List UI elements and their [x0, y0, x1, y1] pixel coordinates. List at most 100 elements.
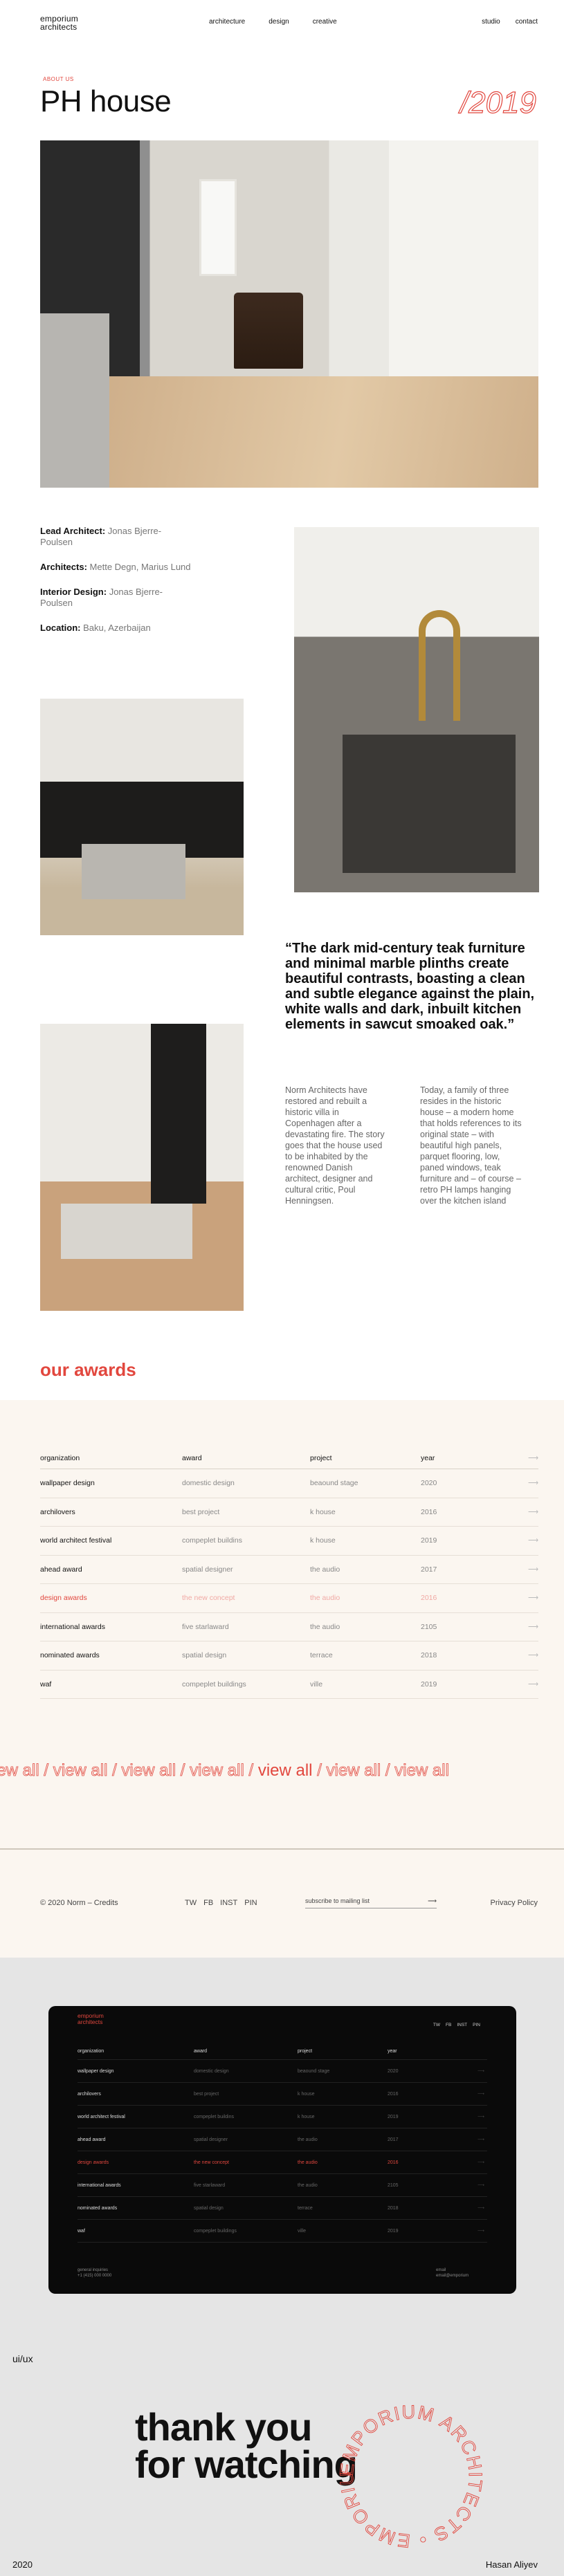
- arrow-right-icon[interactable]: ⟶: [518, 1508, 538, 1516]
- credit-lead-architect: Lead Architect: Jonas Bjerre-Poulsen: [40, 526, 162, 547]
- logo[interactable]: emporium architects: [40, 15, 116, 31]
- award-project: terrace: [310, 1651, 333, 1660]
- view-all-link[interactable]: iew all /: [0, 1761, 48, 1781]
- mockup-award-organization: international awards: [78, 2182, 121, 2188]
- nav-studio[interactable]: studio: [482, 18, 500, 26]
- award-name: spatial design: [182, 1651, 227, 1660]
- body-text-column-2: Today, a family of three resides in the …: [420, 1085, 522, 1206]
- mockup-award-row[interactable]: world architect festival compeplet buildi…: [78, 2106, 487, 2128]
- mockup-header-award: award: [194, 2049, 208, 2054]
- view-all-link[interactable]: / view all /: [317, 1761, 390, 1781]
- mockup-general-phone[interactable]: +1 (415) 000 0000: [78, 2273, 111, 2279]
- mockup-social-pin[interactable]: PIN: [473, 2023, 480, 2027]
- award-organization: design awards: [40, 1594, 87, 1603]
- award-row[interactable]: international awards five starlaward the a…: [40, 1613, 538, 1641]
- social-tw[interactable]: TW: [185, 1899, 197, 1907]
- award-organization: ahead award: [40, 1565, 82, 1574]
- arrow-right-icon[interactable]: ⟶: [518, 1536, 538, 1545]
- view-all-link[interactable]: view all: [258, 1761, 313, 1780]
- mockup-header-organization: organization: [78, 2049, 104, 2054]
- privacy-policy-link[interactable]: Privacy Policy: [491, 1899, 538, 1907]
- social-fb[interactable]: FB: [203, 1899, 213, 1907]
- view-all-marquee[interactable]: iew all / view all / view all / view all…: [0, 1761, 564, 1781]
- award-row[interactable]: wallpaper design domestic design beaound s…: [40, 1469, 538, 1498]
- award-row[interactable]: waf compeplet buildings ville 2019 ⟶: [40, 1671, 538, 1699]
- award-organization: archilovers: [40, 1507, 75, 1516]
- mockup-award-row[interactable]: international awards five starlaward the a…: [78, 2174, 487, 2197]
- view-all-link[interactable]: view all /: [53, 1761, 117, 1781]
- body-text-column-1: Norm Architects have restored and rebuil…: [285, 1085, 385, 1206]
- subscribe-input[interactable]: subscribe to mailing list ⟶: [305, 1897, 437, 1908]
- mockup-award-row[interactable]: ahead award spatial designer the audio 2017…: [78, 2128, 487, 2151]
- mockup-award-year: 2016: [388, 2091, 399, 2097]
- mockup-social-inst[interactable]: INST: [457, 2023, 467, 2027]
- view-all-link[interactable]: view all: [394, 1761, 450, 1781]
- mockup-social-fb[interactable]: FB: [446, 2023, 451, 2027]
- mockup-award-organization: world architect festival: [78, 2114, 125, 2119]
- header-organization: organization: [40, 1453, 80, 1462]
- mockup-award-row[interactable]: nominated awards spatial design terrace 201…: [78, 2197, 487, 2220]
- mockup-email-value[interactable]: email@emporium: [436, 2273, 469, 2279]
- sink-photo: [294, 527, 539, 892]
- credit-interior-design: Interior Design: Jonas Bjerre-Poulsen: [40, 587, 163, 608]
- thanks-line-1: thank you: [135, 2405, 312, 2449]
- arrow-right-icon[interactable]: ⟶: [464, 2160, 484, 2165]
- stamp-text: EMPORIUM ARCHITECTS • EMPORIUM ARCHITECT…: [335, 2400, 485, 2552]
- mockup-award-project: ville: [298, 2228, 307, 2234]
- arrow-right-icon[interactable]: ⟶: [464, 2137, 484, 2142]
- award-project: ville: [310, 1680, 323, 1689]
- arrow-right-icon[interactable]: ⟶: [464, 2068, 484, 2074]
- mockup-award-year: 2019: [388, 2228, 399, 2234]
- mockup-award-row[interactable]: wallpaper design domestic design beaound s…: [78, 2060, 487, 2083]
- award-row[interactable]: nominated awards spatial design terrace 201…: [40, 1641, 538, 1671]
- arrow-right-icon[interactable]: ⟶: [518, 1565, 538, 1574]
- mockup-award-year: 2018: [388, 2205, 399, 2211]
- award-name: best project: [182, 1507, 220, 1516]
- mockup-social-tw[interactable]: TW: [433, 2023, 440, 2027]
- arrow-right-icon[interactable]: ⟶: [518, 1680, 538, 1689]
- nav-contact[interactable]: contact: [516, 18, 538, 26]
- mockup-award-project: beaound stage: [298, 2068, 330, 2074]
- mockup-social: TW FB INST PIN: [433, 2023, 480, 2027]
- mockup-award-row[interactable]: design awards the new concept the audio 201…: [78, 2151, 487, 2174]
- arrow-right-icon[interactable]: ⟶: [464, 2091, 484, 2097]
- mockup-award-name: compeplet buildins: [194, 2114, 234, 2119]
- mockup-general-inquiries: general inquiries +1 (415) 000 0000: [78, 2267, 111, 2279]
- footer-year: 2020: [12, 2559, 33, 2570]
- arrow-right-icon[interactable]: ⟶: [464, 2228, 484, 2234]
- arrow-right-icon[interactable]: ⟶: [518, 1594, 538, 1602]
- arrow-right-icon[interactable]: ⟶: [428, 1897, 437, 1905]
- arrow-right-icon[interactable]: ⟶: [518, 1623, 538, 1631]
- award-project: the audio: [310, 1622, 340, 1631]
- mockup-award-row[interactable]: waf compeplet buildings ville 2019 ⟶: [78, 2220, 487, 2243]
- credit-architects: Architects: Mette Degn, Marius Lund: [40, 562, 191, 572]
- view-all-link[interactable]: view all /: [121, 1761, 185, 1781]
- award-name: compeplet buildins: [182, 1536, 242, 1545]
- mockup-award-name: spatial designer: [194, 2137, 228, 2142]
- award-organization: waf: [40, 1680, 52, 1689]
- arrow-right-icon[interactable]: ⟶: [518, 1479, 538, 1487]
- award-row[interactable]: archilovers best project k house 2016 ⟶: [40, 1498, 538, 1527]
- mockup-award-row[interactable]: archilovers best project k house 2016 ⟶: [78, 2083, 487, 2106]
- nav-design[interactable]: design: [269, 18, 289, 26]
- social-pin[interactable]: PIN: [244, 1899, 257, 1907]
- mockup-logo-line-2: architects: [78, 2018, 103, 2025]
- award-row[interactable]: world architect festival compeplet buildi…: [40, 1527, 538, 1556]
- page-title: PH house: [40, 84, 172, 118]
- project-credits: Lead Architect: Jonas Bjerre-Poulsen Arc…: [40, 526, 192, 647]
- award-year: 2017: [421, 1565, 437, 1574]
- nav-architecture[interactable]: architecture: [209, 18, 245, 26]
- award-row[interactable]: ahead award spatial designer the audio 2017…: [40, 1556, 538, 1584]
- view-all-link[interactable]: view all /: [190, 1761, 254, 1781]
- arrow-right-icon[interactable]: ⟶: [464, 2114, 484, 2119]
- copyright: © 2020 Norm – Credits: [40, 1899, 118, 1907]
- mockup-award-project: k house: [298, 2114, 315, 2119]
- nav-creative[interactable]: creative: [313, 18, 337, 26]
- award-row[interactable]: design awards the new concept the audio 201…: [40, 1584, 538, 1613]
- arrow-right-icon[interactable]: ⟶: [464, 2205, 484, 2211]
- award-project: k house: [310, 1507, 336, 1516]
- arrow-right-icon[interactable]: ⟶: [518, 1651, 538, 1659]
- award-name: the new concept: [182, 1594, 235, 1603]
- arrow-right-icon[interactable]: ⟶: [464, 2182, 484, 2188]
- social-inst[interactable]: INST: [220, 1899, 237, 1907]
